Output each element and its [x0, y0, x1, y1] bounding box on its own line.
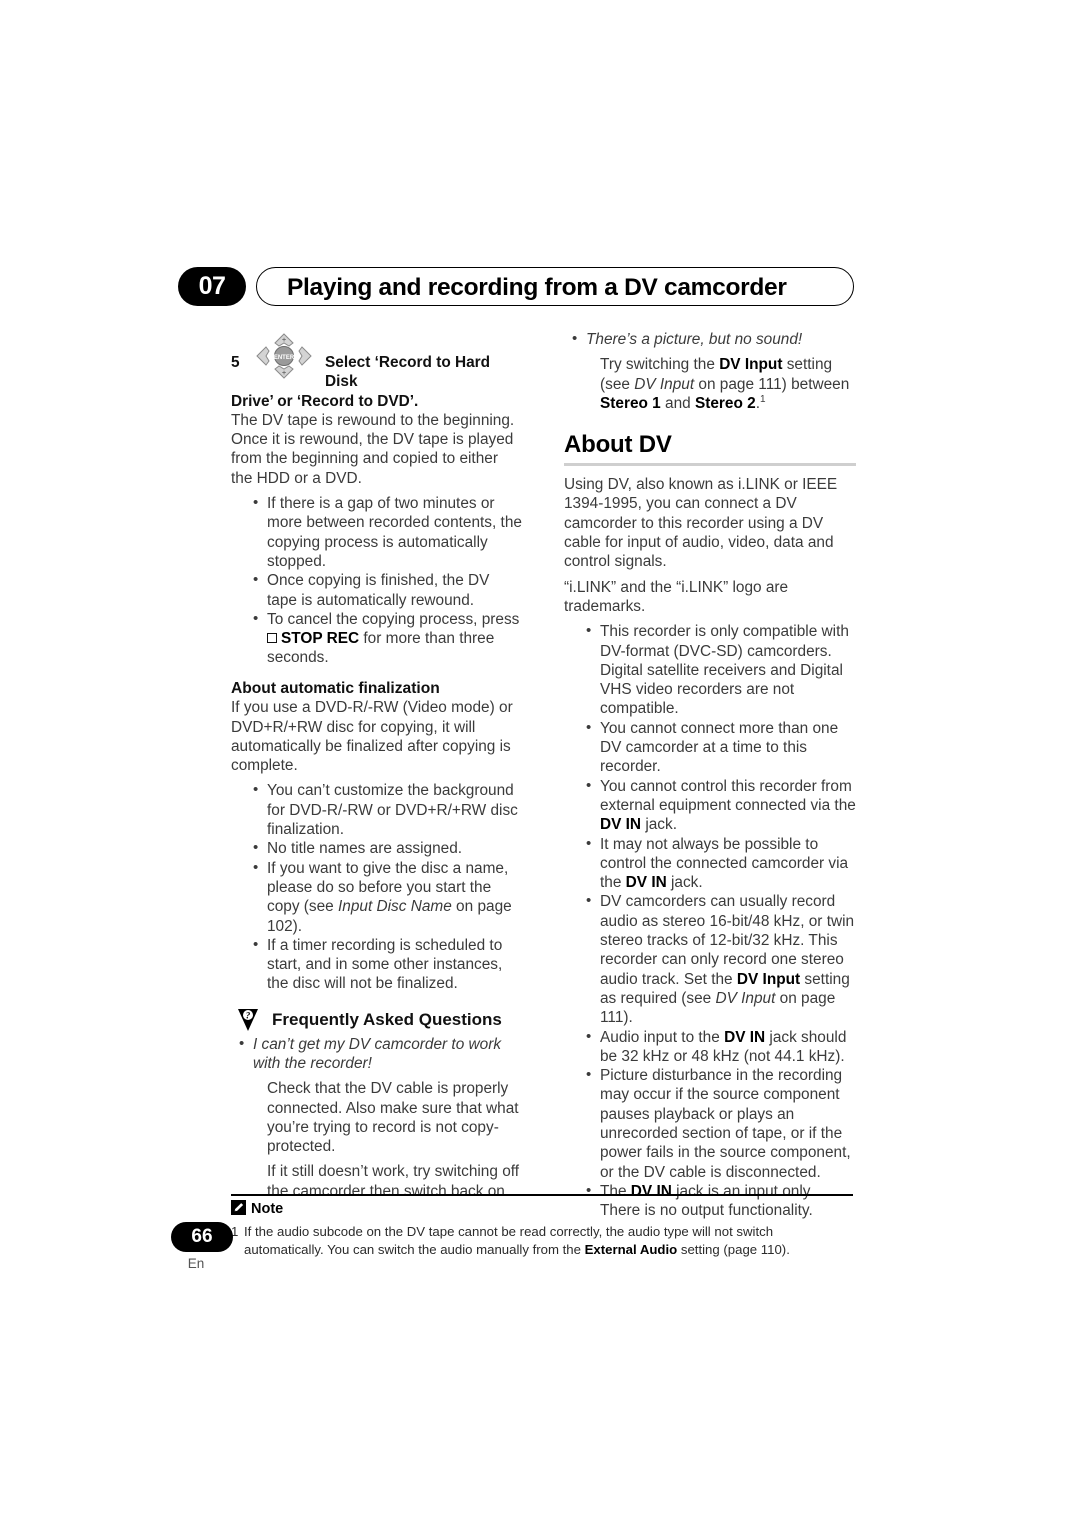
faq-question-icon: ?	[235, 1007, 261, 1033]
dv-input-setting-label: DV Input	[736, 970, 801, 988]
control-pre: You cannot control this recorder from ex…	[600, 777, 856, 814]
list-item-maynot: It may not always be possible to control…	[578, 834, 856, 893]
page-title: Playing and recording from a DV camcorde…	[287, 274, 787, 301]
list-item-control: You cannot control this recorder from ex…	[578, 776, 856, 835]
stop-rec-lead: To cancel the copying process, press	[267, 610, 520, 628]
faq-list: I can’t get my DV camcorder to work with…	[231, 1034, 523, 1074]
chapter-title-pill: Playing and recording from a DV camcorde…	[256, 267, 854, 306]
control-post: jack.	[641, 816, 677, 834]
list-item-input-only: The DV IN jack is an input only. There i…	[578, 1181, 856, 1221]
answer-part-1: Try switching the	[600, 356, 720, 374]
list-item-audio-tracks: DV camcorders can usually record audio a…	[578, 891, 856, 1027]
step-label-line2: Drive’ or ‘Record to DVD’.	[231, 392, 419, 410]
finalization-body: If you use a DVD-R/-RW (Video mode) or D…	[231, 699, 513, 775]
about-dv-para-1: Using DV, also known as i.LINK or IEEE 1…	[564, 476, 838, 571]
faq-question: There’s a picture, but no sound!	[564, 329, 856, 349]
svg-text:ENTER: ENTER	[274, 355, 295, 361]
dv-input-setting-label: DV Input	[719, 356, 783, 374]
list-item: Once copying is finished, the DV tape is…	[245, 570, 523, 610]
list-item: You can’t customize the background for D…	[245, 780, 523, 839]
page-number-badge: 66	[171, 1222, 233, 1252]
footnote-part-2: setting (page 110).	[677, 1241, 790, 1257]
step-body-text: The DV tape is rewound to the beginning.…	[231, 411, 515, 487]
list-item-audio-input: Audio input to the DV IN jack should be …	[578, 1027, 856, 1067]
faq-answer-1: Check that the DV cable is properly conn…	[267, 1080, 519, 1156]
dv-in-jack-label: DV IN	[630, 1182, 672, 1200]
chapter-header: 07 Playing and recording from a DV camco…	[178, 266, 854, 308]
faq-question-text: There’s a picture, but no sound!	[586, 331, 803, 348]
step-number: 5	[231, 354, 240, 371]
list-item-stop-rec: To cancel the copying process, press STO…	[245, 609, 523, 668]
dv-input-reference: DV Input	[715, 989, 776, 1007]
faq-question: I can’t get my DV camcorder to work with…	[231, 1034, 523, 1074]
stereo-1-label: Stereo 1	[600, 394, 661, 412]
faq-question-text: I can’t get my DV camcorder to work with…	[253, 1035, 502, 1072]
svg-text:?: ?	[246, 1010, 251, 1020]
faq-heading-label: Frequently Asked Questions	[272, 1009, 502, 1029]
step-5: 5 ENTER + + Select ‘Record to Hard Disk …	[231, 330, 523, 411]
dv-in-jack-label: DV IN	[625, 874, 667, 892]
dv-in-jack-label: DV IN	[600, 816, 642, 834]
list-item: This recorder is only compatible with DV…	[578, 621, 856, 718]
external-audio-setting-label: External Audio	[584, 1241, 678, 1257]
answer-part-3: on page 111) between	[694, 375, 850, 393]
page-language-label: En	[187, 1256, 205, 1271]
note-label: Note	[251, 1201, 284, 1217]
list-item-disc-name: If you want to give the disc a name, ple…	[245, 858, 523, 936]
answer-part-4: and	[660, 394, 695, 412]
dpad-enter-icon: ENTER + +	[255, 332, 313, 380]
pencil-note-icon	[231, 1200, 246, 1215]
faq-heading: ? Frequently Asked Questions	[231, 1005, 523, 1035]
list-item: You cannot connect more than one DV camc…	[578, 718, 856, 777]
about-dv-heading: About DV	[564, 431, 672, 459]
manual-page: 07 Playing and recording from a DV camco…	[0, 0, 1080, 1527]
right-column: There’s a picture, but no sound! Try swi…	[564, 329, 856, 1221]
note-divider	[231, 1194, 853, 1197]
about-dv-para-2: “i.LINK” and the “i.LINK” logo are trade…	[564, 578, 789, 615]
dv-in-jack-label: DV IN	[724, 1028, 766, 1046]
finalization-bullet-list: You can’t customize the background for D…	[245, 780, 523, 994]
note-heading: Note	[231, 1198, 283, 1220]
about-dv-bullet-list: This recorder is only compatible with DV…	[578, 621, 856, 1221]
section-divider	[564, 463, 856, 467]
faq-answer-dv-input: Try switching the DV Input setting (see …	[578, 355, 856, 413]
footnote-text: If the audio subcode on the DV tape cann…	[231, 1223, 853, 1258]
list-item: If there is a gap of two minutes or more…	[245, 493, 523, 571]
svg-text:+: +	[282, 337, 286, 344]
left-column: 5 ENTER + + Select ‘Record to Hard Disk …	[231, 330, 523, 1201]
dv-input-reference: DV Input	[634, 375, 695, 393]
faq-continued-list: There’s a picture, but no sound!	[564, 329, 856, 349]
svg-text:+: +	[282, 370, 286, 377]
disc-name-reference: Input Disc Name	[338, 898, 452, 916]
audioinput-pre: Audio input to the	[600, 1028, 725, 1046]
list-item: Picture disturbance in the recording may…	[578, 1065, 856, 1182]
stop-rec-button-label: STOP REC	[281, 630, 360, 648]
finalization-heading: About automatic finalization	[231, 679, 440, 697]
stereo-2-label: Stereo 2	[694, 394, 756, 412]
inputonly-pre: The	[600, 1182, 631, 1200]
list-item: If a timer recording is scheduled to sta…	[245, 935, 523, 994]
maynot-post: jack.	[666, 874, 703, 892]
footnote-reference: 1	[760, 393, 766, 405]
footnote-block: 1 If the audio subcode on the DV tape ca…	[231, 1223, 853, 1258]
stop-square-icon	[267, 633, 277, 644]
step-bullet-list: If there is a gap of two minutes or more…	[245, 493, 523, 668]
list-item: No title names are assigned.	[245, 838, 523, 858]
chapter-number-badge: 07	[178, 267, 246, 306]
